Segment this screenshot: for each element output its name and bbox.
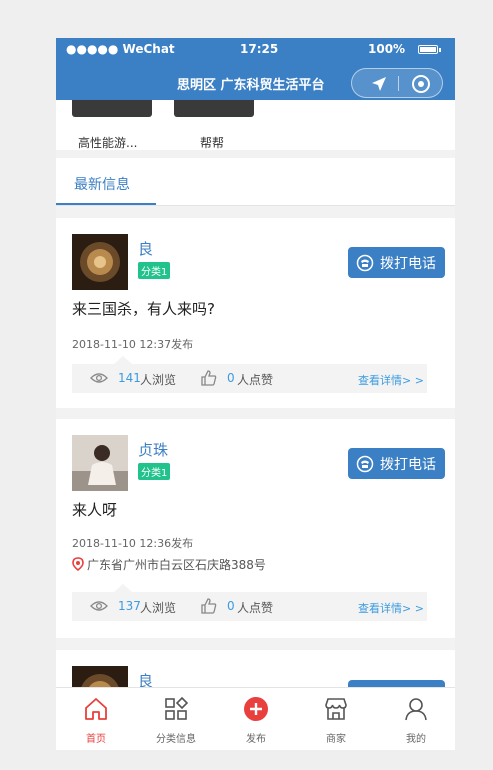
user-icon — [403, 696, 429, 726]
location-text: 广东省广州市白云区石庆路388号 — [87, 558, 266, 572]
category-tag: 分类1 — [138, 262, 171, 279]
tab-label: 首页 — [86, 734, 106, 745]
carrier-label: ●●●●● WeChat — [66, 42, 175, 56]
tab-publish[interactable]: 发布 — [216, 688, 296, 750]
tab-merchants[interactable]: 商家 — [296, 688, 376, 750]
post-date: 2018-11-10 12:36发布 — [72, 537, 194, 550]
tab-label: 我的 — [406, 734, 426, 745]
category-tag: 分类1 — [138, 463, 171, 480]
category-strip: 高性能游... 帮帮 — [56, 100, 455, 150]
call-button[interactable]: 拨打电话 — [348, 448, 445, 479]
location-pin-icon — [72, 557, 84, 574]
category-label[interactable]: 高性能游... — [78, 134, 137, 151]
call-button-label: 拨打电话 — [380, 457, 436, 473]
view-label: 人浏览 — [140, 373, 177, 387]
post-content: 来三国杀，有人来吗? — [72, 300, 215, 318]
post-author[interactable]: 贞珠 — [138, 439, 168, 460]
bottom-tab-bar: 首页 分类信息 发布 商家 我的 — [56, 687, 455, 750]
view-details-link[interactable]: 查看详情> > — [358, 372, 424, 388]
eye-icon — [90, 600, 108, 615]
target-circle-icon[interactable] — [411, 74, 431, 98]
phone-screen: ●●●●● WeChat 17:25 100% 思明区 广东科贸生活平台 高性能… — [56, 38, 455, 750]
avatar — [72, 435, 128, 491]
thumbs-up-icon[interactable] — [200, 369, 218, 390]
like-count: 0 — [227, 599, 235, 613]
battery-icon — [418, 45, 441, 54]
tab-profile[interactable]: 我的 — [376, 688, 455, 750]
post-content: 来人呀 — [72, 501, 118, 519]
navigation-arrow-icon[interactable] — [370, 75, 388, 97]
post-card: 贞珠 分类1 拨打电话 来人呀 2018-11-10 12:36发布 广东省广州… — [56, 419, 455, 638]
plus-circle-icon — [243, 696, 269, 726]
post-card: 良 分类1 拨打电话 来三国杀，有人来吗? 2018-11-10 12:37发布… — [56, 218, 455, 408]
battery-label: 100% — [368, 42, 406, 56]
latest-section-header: 最新信息 — [56, 158, 455, 206]
phone-icon — [356, 254, 374, 276]
tab-home[interactable]: 首页 — [56, 688, 136, 750]
mini-program-capsule — [351, 68, 443, 98]
post-stats-bar: 141 人浏览 0 人点赞 查看详情> > — [72, 356, 427, 393]
tab-latest-info[interactable]: 最新信息 — [74, 174, 130, 194]
home-icon — [83, 696, 109, 726]
shop-icon — [323, 696, 349, 726]
like-label: 人点赞 — [237, 373, 274, 387]
active-tab-indicator — [56, 203, 156, 205]
category-grid-icon — [163, 696, 189, 726]
view-label: 人浏览 — [140, 601, 177, 615]
app-header: ●●●●● WeChat 17:25 100% 思明区 广东科贸生活平台 — [56, 38, 455, 100]
tab-label: 发布 — [246, 734, 266, 745]
like-label: 人点赞 — [237, 601, 274, 615]
page-title: 思明区 广东科贸生活平台 — [177, 78, 325, 93]
view-count: 141 — [118, 371, 141, 385]
category-image[interactable] — [72, 100, 152, 117]
eye-icon — [90, 372, 108, 387]
avatar — [72, 234, 128, 290]
tab-categories[interactable]: 分类信息 — [136, 688, 216, 750]
call-button-label: 拨打电话 — [380, 256, 436, 272]
phone-icon — [356, 455, 374, 477]
tab-label: 商家 — [326, 734, 346, 745]
post-date: 2018-11-10 12:37发布 — [72, 338, 194, 351]
capsule-divider — [398, 76, 399, 91]
thumbs-up-icon[interactable] — [200, 597, 218, 618]
view-count: 137 — [118, 599, 141, 613]
post-stats-bar: 137 人浏览 0 人点赞 查看详情> > — [72, 584, 427, 621]
status-bar: ●●●●● WeChat 17:25 100% — [56, 38, 455, 60]
category-label[interactable]: 帮帮 — [200, 134, 224, 151]
category-image[interactable] — [174, 100, 254, 117]
like-count: 0 — [227, 371, 235, 385]
post-author[interactable]: 良 — [138, 238, 153, 259]
view-details-link[interactable]: 查看详情> > — [358, 600, 424, 616]
call-button[interactable]: 拨打电话 — [348, 247, 445, 278]
status-time: 17:25 — [240, 42, 279, 56]
tab-label: 分类信息 — [156, 734, 196, 745]
